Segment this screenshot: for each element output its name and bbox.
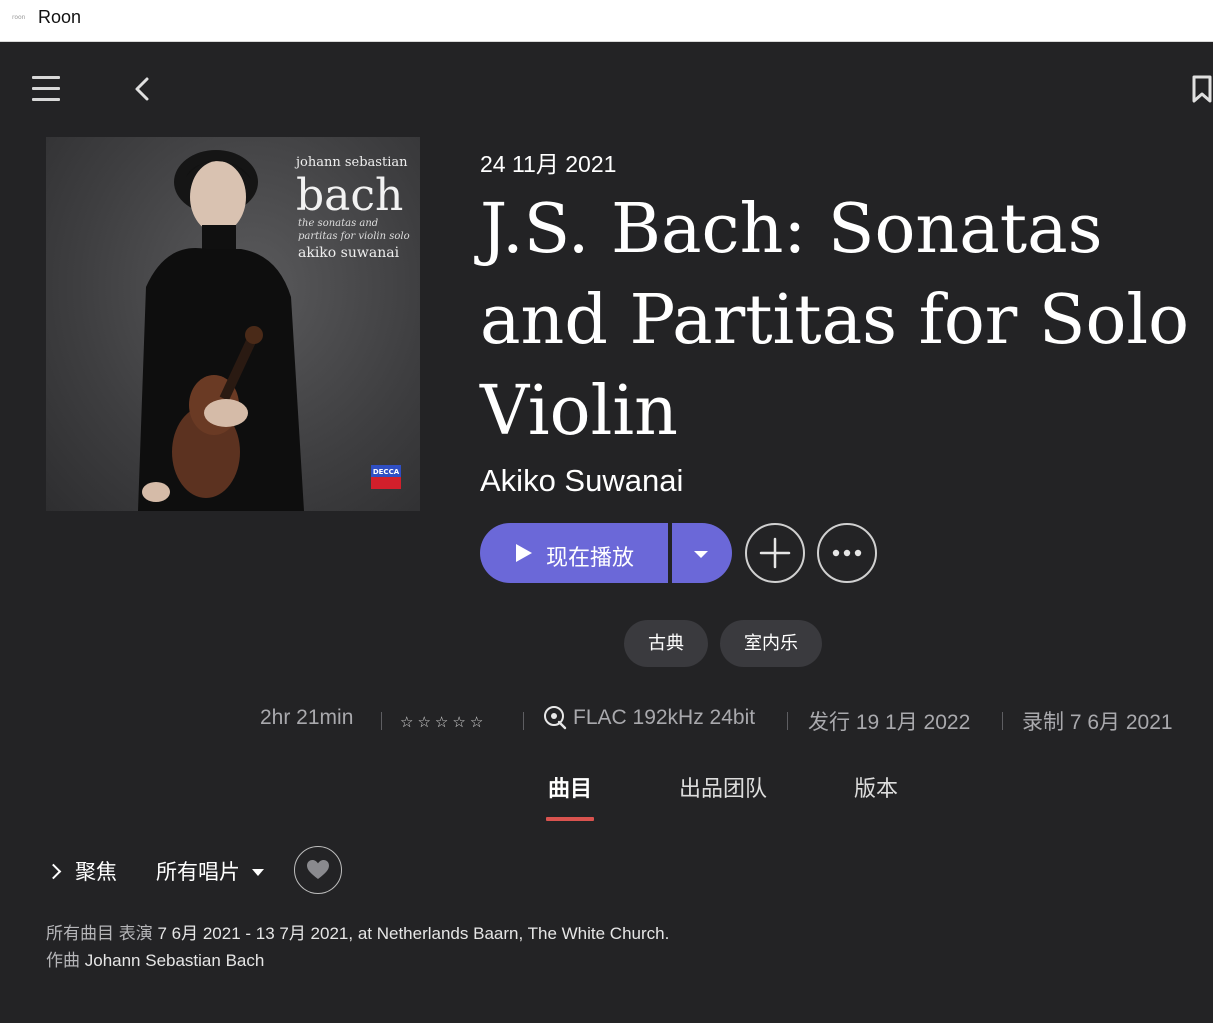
signal-path-icon[interactable] [543,705,567,731]
star-icon[interactable]: ☆ [435,713,448,731]
cover-bach: bach [296,170,404,221]
release-info: 发行 19 1月 2022 [808,711,971,734]
bookmark-button[interactable] [1190,74,1213,104]
divider [787,712,788,730]
album-title: J.S. Bach: Sonatas and Partitas for Solo… [480,190,1190,451]
play-icon [516,544,532,562]
chevron-left-icon [135,77,149,101]
svg-text:DECCA: DECCA [373,468,400,476]
focus-label: 聚焦 [75,861,117,884]
cover-subtitle: the sonatas and partitas for violin solo [298,218,410,242]
play-now-label: 现在播放 [546,545,635,570]
back-button[interactable] [130,74,156,104]
favorite-button[interactable] [294,846,342,894]
divider [381,712,382,730]
active-tab-indicator [546,817,594,821]
star-icon[interactable]: ☆ [417,713,430,731]
chevron-right-icon [45,863,62,880]
bookmark-icon [1192,75,1212,103]
caret-down-icon [694,551,708,558]
credits-composer-prefix: 作曲 [46,951,80,970]
more-options-button[interactable] [817,523,877,583]
window-title: Roon [38,7,82,27]
roon-app-icon: roon [12,14,26,21]
tab-versions[interactable]: 版本 [854,771,898,803]
recorded-info: 录制 7 6月 2021 [1022,711,1173,734]
caret-down-icon [252,869,264,876]
star-icon[interactable]: ☆ [452,713,465,731]
artist-link[interactable]: Akiko Suwanai [480,463,683,499]
album-duration: 2hr 21min [260,706,354,729]
credits-composer-line: 作曲 Johann Sebastian Bach [46,947,669,974]
album-cover[interactable]: johann sebastian bach the sonatas and pa… [46,137,420,511]
ellipsis-icon [832,549,862,557]
credits-performance-value: 7 6月 2021 - 13 7月 2021, at Netherlands B… [157,924,670,943]
play-options-dropdown[interactable] [672,523,732,583]
play-now-button[interactable]: 现在播放 [480,523,668,583]
star-icon[interactable]: ☆ [400,713,413,731]
audio-format: FLAC 192kHz 24bit [573,706,756,729]
divider [523,712,524,730]
plus-icon [759,537,791,569]
star-icon[interactable]: ☆ [470,713,483,731]
window-titlebar: roon Roon [0,0,1213,42]
filter-label: 所有唱片 [156,861,240,884]
decca-logo: DECCA [371,465,401,489]
tab-credits[interactable]: 出品团队 [679,771,767,803]
composer-link[interactable]: Johann Sebastian Bach [85,951,265,970]
heart-icon [307,860,329,879]
focus-button[interactable]: 聚焦 [45,856,117,886]
tab-tracks[interactable]: 曲目 [548,771,592,803]
rating-stars[interactable]: ☆ ☆ ☆ ☆ ☆ [400,709,487,733]
hamburger-icon[interactable] [32,76,62,102]
cover-composer-line: johann sebastian [296,155,408,170]
genre-tag-classical[interactable]: 古典 [624,620,708,667]
release-date: 24 11月 2021 [480,151,617,177]
credits-performance-line: 所有曲目 表演 7 6月 2021 - 13 7月 2021, at Nethe… [46,920,669,947]
album-credits: 所有曲目 表演 7 6月 2021 - 13 7月 2021, at Nethe… [46,920,669,974]
genre-tag-chamber[interactable]: 室内乐 [720,620,822,667]
records-filter-dropdown[interactable]: 所有唱片 [156,856,264,886]
divider [1002,712,1003,730]
album-info-row: 2hr 21min ☆ ☆ ☆ ☆ ☆ FLAC 192kHz 24bit 发行 19 … [0,704,1213,736]
add-to-library-button[interactable] [745,523,805,583]
credits-performance-prefix: 所有曲目 表演 [46,924,153,943]
cover-performer: akiko suwanai [298,245,400,261]
